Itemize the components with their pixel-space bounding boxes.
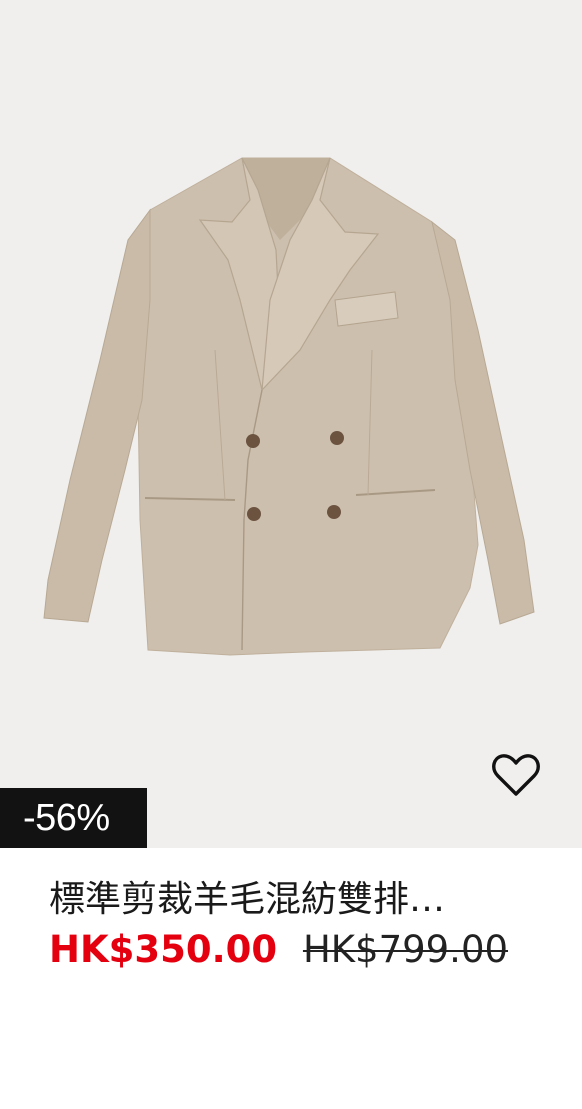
price-row: HK$350.00 HK$799.00 <box>49 924 508 976</box>
product-title[interactable]: 標準剪裁羊毛混紡雙排… <box>49 874 529 926</box>
product-card[interactable]: -56% 標準剪裁羊毛混紡雙排… HK$350.00 HK$799.00 <box>0 0 582 1109</box>
discount-badge: -56% <box>0 788 147 848</box>
original-price: HK$799.00 <box>302 928 509 971</box>
heart-outline-icon <box>492 754 540 796</box>
favorite-button[interactable] <box>490 752 546 804</box>
product-image[interactable]: -56% <box>0 0 582 848</box>
blazer-illustration <box>43 157 535 656</box>
sale-price: HK$350.00 <box>49 928 278 971</box>
